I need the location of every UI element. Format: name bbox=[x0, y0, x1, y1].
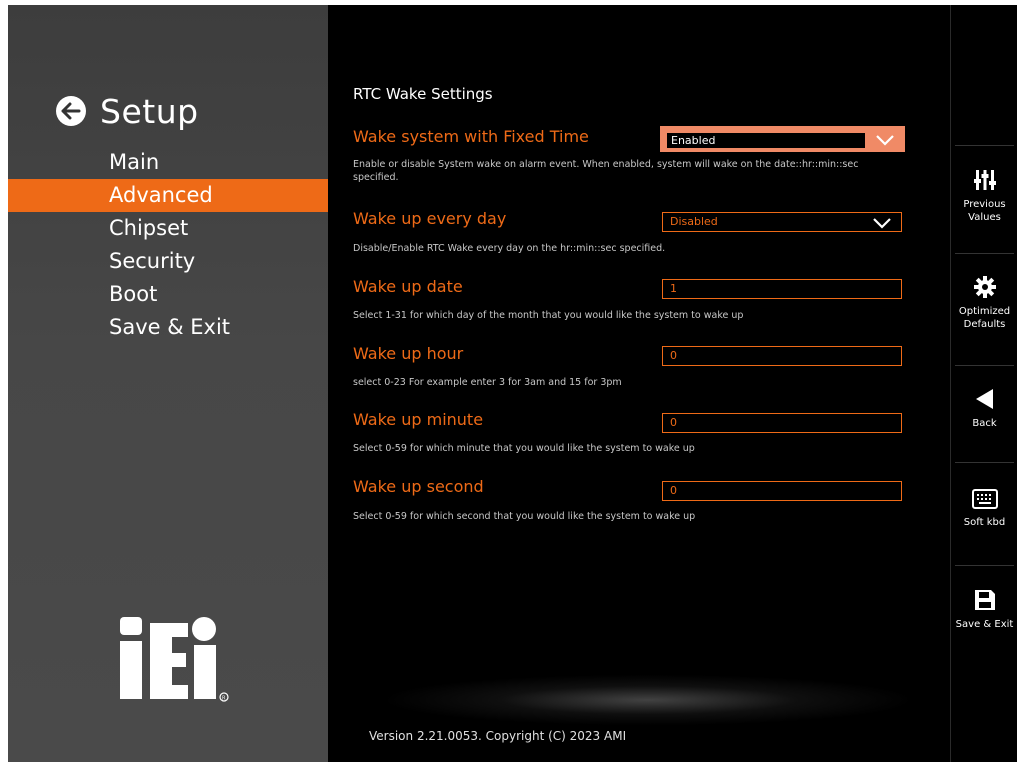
menu-item-main[interactable]: Main bbox=[8, 146, 328, 179]
divider bbox=[955, 565, 1014, 566]
menu-item-boot[interactable]: Boot bbox=[8, 278, 328, 311]
wake-every-day-description: Disable/Enable RTC Wake every day on the… bbox=[353, 243, 666, 254]
wake-hour-value: 0 bbox=[670, 349, 677, 362]
right-toolbar: Previous Values Optimized Defaults Back … bbox=[950, 5, 1017, 762]
version-footer: Version 2.21.0053. Copyright (C) 2023 AM… bbox=[369, 729, 627, 743]
wake-fixed-time-label[interactable]: Wake system with Fixed Time bbox=[353, 127, 589, 146]
wake-minute-description: Select 0-59 for which minute that you wo… bbox=[353, 443, 695, 454]
back-button[interactable]: Back bbox=[951, 387, 1017, 430]
soft-keyboard-button[interactable]: Soft kbd bbox=[951, 488, 1017, 529]
wake-second-description: Select 0-59 for which second that you wo… bbox=[353, 511, 696, 522]
main-panel: RTC Wake Settings Wake system with Fixed… bbox=[328, 5, 950, 762]
divider bbox=[955, 462, 1014, 463]
decorative-glow bbox=[388, 675, 908, 725]
menu-item-chipset[interactable]: Chipset bbox=[8, 212, 328, 245]
wake-date-input[interactable]: 1 bbox=[662, 279, 902, 299]
svg-text:R: R bbox=[222, 696, 226, 702]
divider bbox=[955, 253, 1014, 254]
wake-hour-label[interactable]: Wake up hour bbox=[353, 344, 463, 363]
gear-icon bbox=[973, 276, 996, 298]
wake-hour-input[interactable]: 0 bbox=[662, 346, 902, 366]
chevron-down-icon bbox=[876, 135, 894, 146]
iei-logo: R bbox=[120, 617, 229, 702]
divider bbox=[955, 145, 1014, 146]
save-disk-icon bbox=[974, 590, 995, 610]
main-menu: Main Advanced Chipset Security Boot Save… bbox=[8, 146, 328, 344]
wake-second-input[interactable]: 0 bbox=[662, 481, 902, 501]
wake-fixed-time-select[interactable]: Enabled bbox=[660, 126, 905, 152]
setup-title: Setup bbox=[100, 91, 199, 131]
menu-item-save-exit[interactable]: Save & Exit bbox=[8, 311, 328, 344]
sidebar: Setup Main Advanced Chipset Security Boo… bbox=[8, 5, 328, 762]
chevron-down-icon bbox=[873, 218, 891, 229]
soft-keyboard-label: Soft kbd bbox=[963, 517, 1006, 528]
back-label: Back bbox=[972, 418, 997, 429]
optimized-defaults-button[interactable]: Optimized Defaults bbox=[951, 275, 1017, 331]
wake-date-value: 1 bbox=[670, 282, 677, 295]
back-arrow-icon[interactable] bbox=[56, 96, 86, 126]
wake-date-description: Select 1-31 for which day of the month t… bbox=[353, 310, 744, 321]
back-triangle-icon bbox=[975, 389, 993, 409]
wake-minute-value: 0 bbox=[670, 416, 677, 429]
bios-setup-window: Setup Main Advanced Chipset Security Boo… bbox=[8, 5, 1017, 762]
menu-item-advanced[interactable]: Advanced bbox=[8, 179, 328, 212]
save-exit-label: Save & Exit bbox=[955, 619, 1014, 630]
wake-second-value: 0 bbox=[670, 484, 677, 497]
wake-minute-label[interactable]: Wake up minute bbox=[353, 410, 483, 429]
section-title: RTC Wake Settings bbox=[353, 85, 493, 103]
wake-second-label[interactable]: Wake up second bbox=[353, 477, 484, 496]
wake-fixed-time-description: Enable or disable System wake on alarm e… bbox=[353, 159, 859, 183]
menu-item-security[interactable]: Security bbox=[8, 245, 328, 278]
divider bbox=[955, 365, 1014, 366]
keyboard-icon bbox=[971, 489, 998, 509]
wake-every-day-label[interactable]: Wake up every day bbox=[353, 209, 506, 228]
sliders-icon bbox=[973, 170, 996, 190]
previous-values-label: Previous Values bbox=[963, 199, 1006, 223]
optimized-defaults-label: Optimized Defaults bbox=[958, 306, 1011, 330]
wake-every-day-select[interactable]: Disabled bbox=[662, 212, 902, 232]
wake-hour-description: select 0-23 For example enter 3 for 3am … bbox=[353, 377, 622, 388]
save-exit-button[interactable]: Save & Exit bbox=[951, 588, 1017, 631]
wake-fixed-time-value: Enabled bbox=[671, 134, 716, 147]
previous-values-button[interactable]: Previous Values bbox=[951, 168, 1017, 224]
setup-header: Setup bbox=[56, 89, 199, 133]
wake-date-label[interactable]: Wake up date bbox=[353, 277, 463, 296]
wake-minute-input[interactable]: 0 bbox=[662, 413, 902, 433]
wake-every-day-value: Disabled bbox=[670, 215, 718, 228]
